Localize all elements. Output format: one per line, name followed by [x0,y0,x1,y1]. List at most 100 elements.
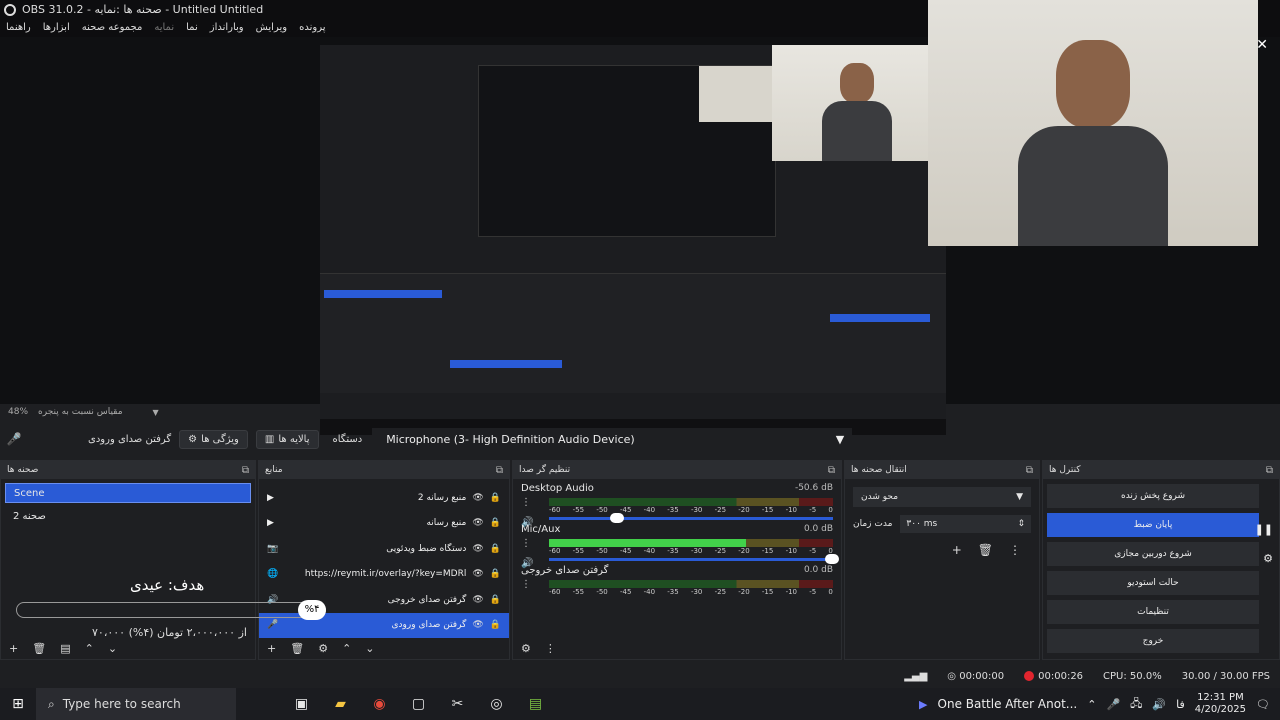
mic-icon: 🎤 [6,432,22,446]
eye-icon[interactable]: 👁 [472,569,483,579]
menu-item[interactable]: نما [180,19,204,37]
source-toolbar: 🎤 گرفتن صدای ورودی ⚙ ویژگی ها ▥ پالایه ها … [0,426,1280,452]
more-icon[interactable]: ⋮ [545,642,556,655]
donation-goal-overlay: هدف: عیدی %۴ ۷۰،۰۰۰ از ۲،۰۰۰،۰۰۰ تومان (… [0,566,340,646]
menu-item[interactable]: وبارانداز [204,19,250,37]
undock-icon[interactable]: ⧉ [1026,465,1033,476]
lock-icon[interactable]: 🔒 [490,518,501,528]
mixer-channel: Desktop Audio -50.6 dB ⋮ -60 -55 -50 -45 -40 -35… [513,479,841,528]
menu-item[interactable]: ابزارها [37,19,76,37]
volume-icon[interactable]: 🔊 [1152,698,1166,711]
gear-icon[interactable]: ⚙ [1263,552,1273,565]
transitions-title: انتقال صحنه ها [851,465,907,475]
properties-button[interactable]: ⚙ ویژگی ها [179,429,248,449]
menu-item[interactable]: پرونده [293,19,331,37]
transition-select[interactable]: محو شدن ▼ [853,487,1031,507]
eye-icon[interactable]: 👁 [472,544,483,554]
scale-tick: -45 [619,547,632,555]
menu-item[interactable]: نمایه [148,19,180,37]
menu-item[interactable]: راهنما [0,19,37,37]
clock[interactable]: 12:31 PM 4/20/2025 [1195,692,1246,716]
more-icon[interactable]: ⋮ [521,579,531,590]
chevron-down-icon[interactable]: ▼ [153,408,159,417]
scene-item[interactable]: صحنه 2 [5,507,251,527]
control-button[interactable]: شروع دوربین مجازی [1047,542,1259,566]
pause-icon[interactable]: ❚❚ [1255,523,1273,536]
filters-button[interactable]: ▥ پالایه ها [255,429,319,449]
close-icon[interactable]: ✕ [1256,37,1268,53]
undock-icon[interactable]: ⧉ [1266,465,1273,476]
menu-item[interactable]: مجموعه صحنه [76,19,149,37]
level-meter [549,498,833,506]
android-icon[interactable]: ▤ [516,696,555,712]
lock-icon[interactable]: 🔒 [490,493,501,503]
more-icon[interactable]: ⋮ [521,497,531,508]
duration-input[interactable]: ۳۰۰ ms ⇕ [900,515,1031,533]
obs-icon[interactable]: ◎ [477,696,516,712]
channel-db: -50.6 dB [794,483,833,493]
source-item[interactable]: ▶ منبع رسانه 👁 🔒 [259,511,509,537]
mic-tray-icon[interactable]: 🎤 [1106,698,1120,711]
undock-icon[interactable]: ⧉ [242,465,249,476]
scale-tick: -15 [761,506,774,514]
windows-start-icon[interactable]: ⊞ [0,696,36,712]
lock-icon[interactable]: 🔒 [490,620,501,630]
trash-icon[interactable]: 🗑 [978,543,993,557]
capcut-icon[interactable]: ✂ [438,696,477,712]
undock-icon[interactable]: ⧉ [828,465,835,476]
roblox-icon[interactable]: ▢ [399,696,438,712]
source-item[interactable]: 📷 دستگاه ضبط ویدئویی 👁 🔒 [259,536,509,562]
control-button[interactable]: خروج [1047,629,1259,653]
lock-icon[interactable]: 🔒 [490,595,501,605]
source-item[interactable]: ▶ منبع رسانه 2 👁 🔒 [259,485,509,511]
filter-icon: ▥ [264,433,275,445]
stream-time: ◎ 00:00:00 [947,670,1005,682]
scale-tick: -20 [738,506,750,514]
taskbar-search[interactable]: ⌕ Type here to search [36,688,236,720]
file-explorer-icon[interactable]: ▰ [321,696,360,712]
task-view-icon[interactable]: ▣ [282,696,321,712]
network-icon[interactable]: 🖧 [1130,695,1142,714]
mid-webcam [772,45,946,161]
chevron-up-icon[interactable]: ⌃ [342,642,351,655]
media-title[interactable]: One Battle After Anot... [938,697,1078,711]
notification-icon[interactable]: 🗨 [1256,698,1270,711]
device-select[interactable]: Microphone (3- High Definition Audio Dev… [372,428,853,450]
windows-taskbar: ⊞ ⌕ Type here to search ▣ ▰ ◉ ▢ ✂ ◎ ▤ ▶ O… [0,688,1280,720]
chrome-icon[interactable]: ◉ [360,696,399,712]
scale-tick: -60 [549,506,561,514]
gear-icon[interactable]: ⚙ [521,642,531,655]
preview-canvas[interactable]: ✕ [0,0,1280,435]
scale-tick: -40 [643,588,656,596]
scene-item[interactable]: Scene [5,483,251,503]
control-button[interactable]: حالت استودیو [1047,571,1259,595]
channel-db: 0.0 dB [803,565,833,575]
undock-icon[interactable]: ⧉ [496,465,503,476]
more-icon[interactable]: ⋮ [521,538,531,549]
fps-readout: 30.00 / 30.00 FPS [1181,670,1270,682]
add-icon[interactable]: + [952,543,962,557]
eye-icon[interactable]: 👁 [472,518,483,528]
media-icon[interactable]: ▶ [919,698,927,711]
more-icon[interactable]: ⋮ [1009,543,1021,557]
scale-tick: -35 [667,506,679,514]
webcam-feed [928,0,1258,246]
language-indicator[interactable]: فا [1176,698,1185,711]
control-button[interactable]: تنظیمات [1047,600,1259,624]
eye-icon[interactable]: 👁 [472,493,483,503]
chevron-down-icon[interactable]: ⌄ [365,642,374,655]
lock-icon[interactable]: 🔒 [490,569,501,579]
controls-dock: کنترل ها ⧉ شروع پخش زنده پایان ضبط ❚❚ شروع د… [1042,460,1280,660]
control-button[interactable]: شروع پخش زنده [1047,484,1259,508]
lock-icon[interactable]: 🔒 [490,544,501,554]
chevron-up-icon[interactable]: ⌃ [1087,698,1096,711]
control-button[interactable]: پایان ضبط [1047,513,1259,537]
channel-name: گرفتن صدای خروجی [521,565,609,576]
mixer-footer: ⚙ ⋮ [513,637,841,659]
menu-item[interactable]: ویرایش [250,19,293,37]
scale-tick: -50 [596,547,608,555]
eye-icon[interactable]: 👁 [472,620,483,630]
scale-tick: -10 [785,588,797,596]
source-name: منبع رسانه 2 [417,492,467,503]
eye-icon[interactable]: 👁 [472,595,483,605]
